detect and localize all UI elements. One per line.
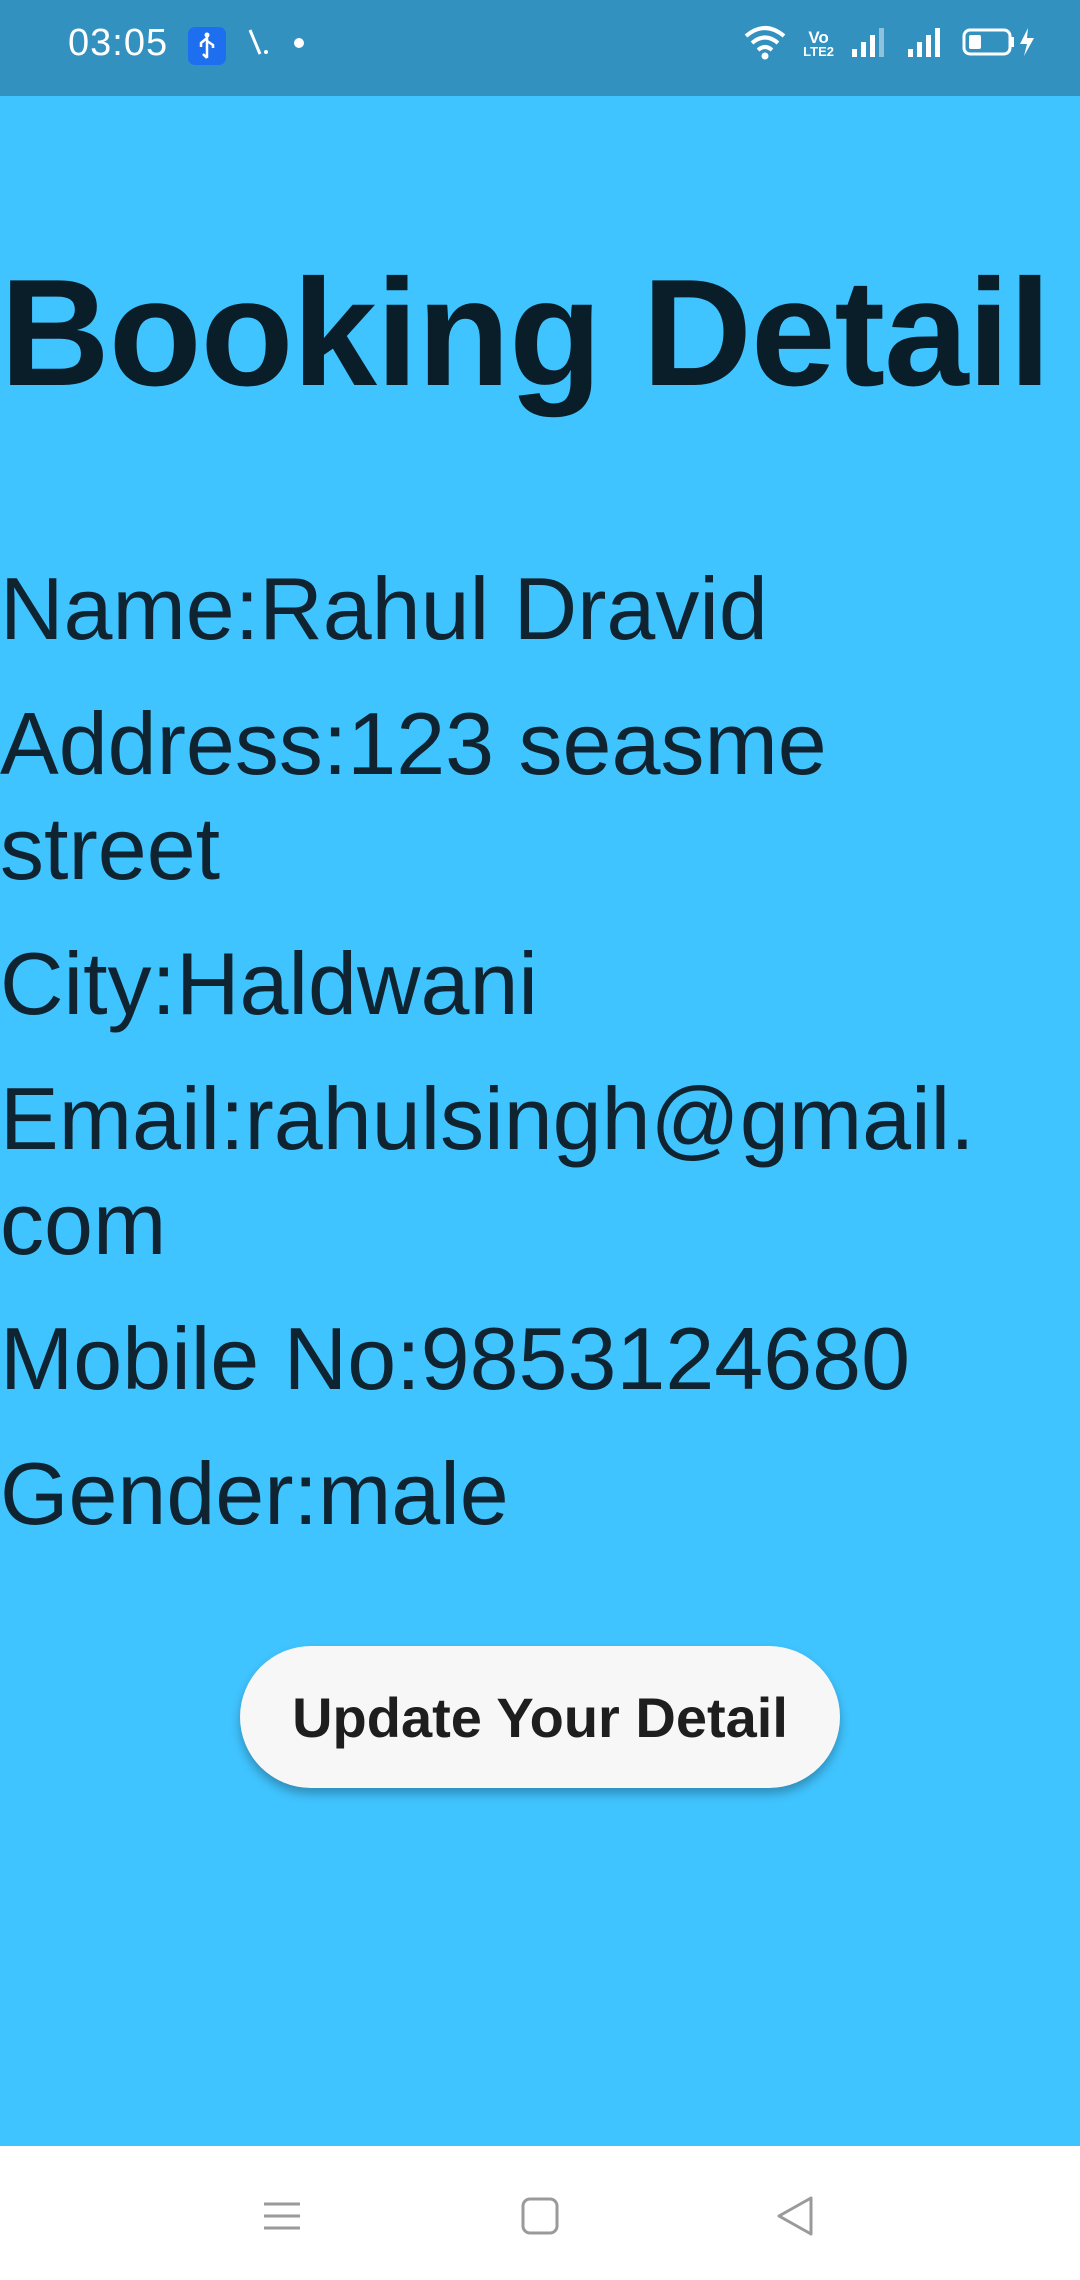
missed-call-icon <box>244 26 274 65</box>
usb-icon <box>188 26 226 65</box>
navigation-bar <box>0 2146 1080 2280</box>
status-time: 03:05 <box>68 22 169 64</box>
volte-text-top: Vo <box>808 27 829 47</box>
menu-icon[interactable] <box>252 2186 312 2246</box>
content-area: Booking Detail Name:Rahul Dravid Address… <box>0 96 1080 2146</box>
detail-mobile: Mobile No:9853124680 <box>0 1309 911 1408</box>
signal-icon <box>850 25 890 64</box>
volte-text-bottom: LTE2 <box>803 43 834 59</box>
home-icon[interactable] <box>510 2186 570 2246</box>
detail-gender: Gender:male <box>0 1444 509 1543</box>
detail-email: Email:rahulsingh@gmail.com <box>0 1069 975 1273</box>
volte-icon: Vo LTE2 <box>803 27 834 59</box>
dot-icon <box>292 36 306 55</box>
detail-city: City:Haldwani <box>0 934 538 1033</box>
back-icon[interactable] <box>765 2186 825 2246</box>
wifi-icon <box>743 24 787 65</box>
page-title: Booking Detail <box>0 248 1051 418</box>
battery-charging-icon <box>962 25 1042 64</box>
signal-icon-2 <box>906 25 946 64</box>
status-bar: 03:05 Vo LTE2 <box>0 0 1080 96</box>
booking-details: Name:Rahul Dravid Address:123 seasme str… <box>0 556 990 1576</box>
update-detail-button[interactable]: Update Your Detail <box>240 1646 840 1788</box>
detail-address: Address:123 seasme street <box>0 694 827 898</box>
detail-name: Name:Rahul Dravid <box>0 559 768 658</box>
